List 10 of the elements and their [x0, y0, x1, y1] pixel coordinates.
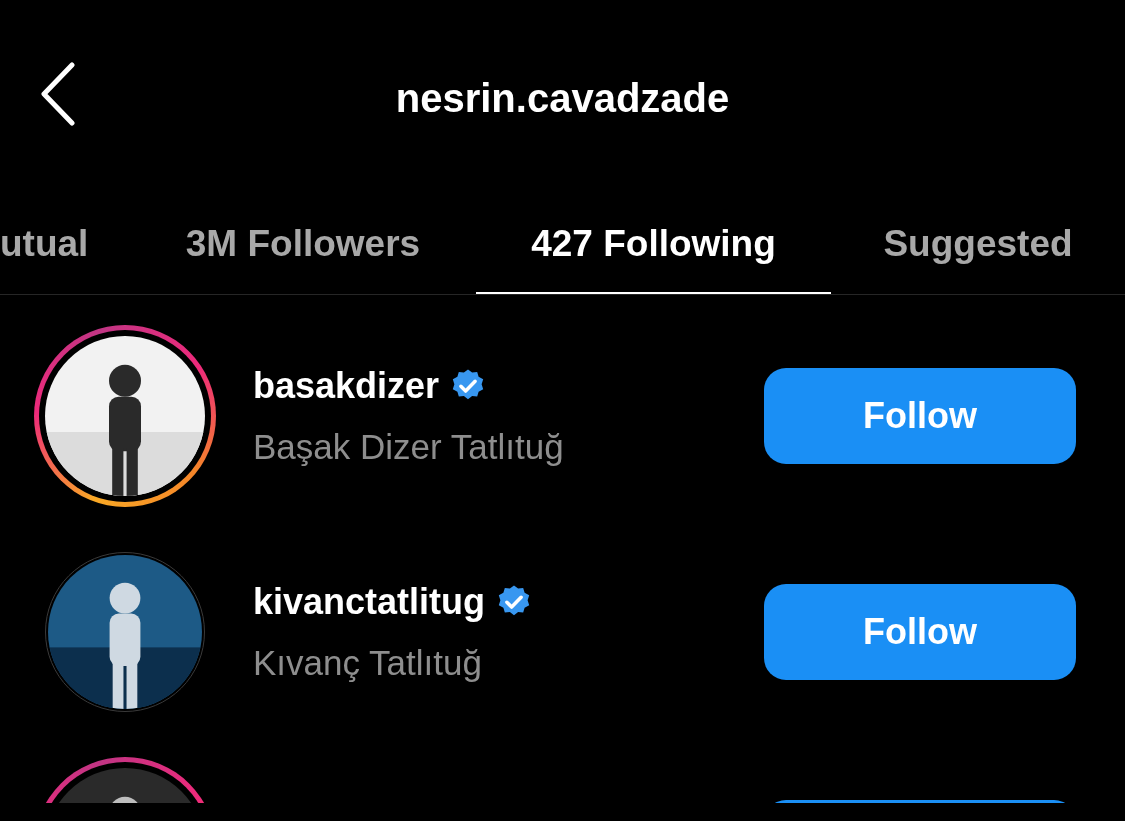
tab[interactable]: 3M Followers — [130, 195, 476, 294]
full-name: Başak Dizer Tatlıtuğ — [253, 425, 565, 468]
tab[interactable]: 427 Following — [476, 195, 831, 294]
full-name: Kıvanç Tatlıtuğ — [253, 641, 483, 684]
username[interactable]: kivanctatlitug — [253, 574, 486, 629]
tab[interactable]: Suggested — [831, 195, 1125, 294]
back-icon[interactable] — [40, 62, 76, 126]
username[interactable]: basakdizer — [253, 358, 440, 413]
tab[interactable]: utual — [0, 195, 130, 294]
profile-username: nesrin.cavadzade — [395, 74, 730, 122]
